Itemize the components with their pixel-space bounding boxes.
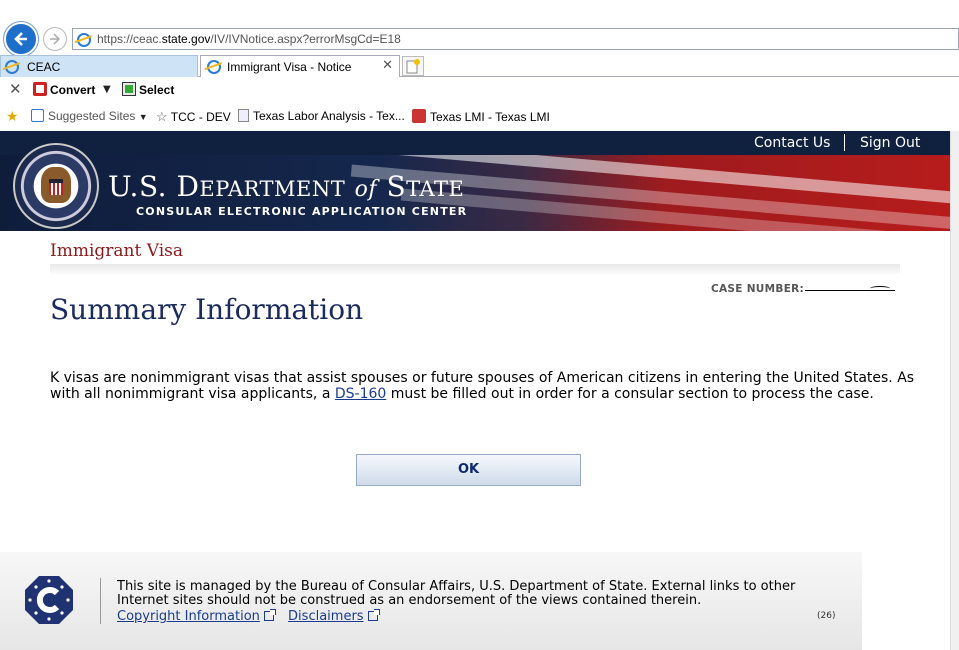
tab-ceac[interactable]: CEAC	[0, 55, 198, 77]
department-title: U.S. DEPARTMENT of STATE	[108, 170, 465, 203]
star-icon: ☆	[156, 109, 168, 124]
back-button[interactable]	[4, 22, 38, 56]
footer-divider	[100, 578, 101, 624]
ds-160-link[interactable]: DS-160	[335, 386, 386, 402]
favorite-texas-lmi[interactable]: Texas LMI - Texas LMI	[412, 109, 550, 124]
section-divider	[50, 264, 900, 274]
ie-icon	[5, 59, 19, 78]
department-seal-logo[interactable]	[13, 143, 99, 229]
section-title: Immigrant Visa	[50, 241, 183, 261]
page-title: Summary Information	[50, 293, 364, 326]
convert-button[interactable]: Convert	[33, 82, 95, 97]
ie-icon	[77, 32, 91, 51]
utility-bar: Contact Us Sign Out	[0, 131, 950, 155]
ok-button[interactable]: OK	[356, 454, 581, 486]
footer-code: (26)	[817, 611, 836, 621]
chevron-down-icon: ▼	[138, 112, 148, 122]
lmi-icon	[412, 109, 426, 123]
pdf-icon	[33, 82, 47, 96]
page-scrollbar[interactable]	[950, 131, 959, 650]
url-text: https://ceac.state.gov/IV/IVNotice.aspx?…	[97, 32, 401, 46]
divider	[844, 134, 845, 151]
tab-label: CEAC	[27, 60, 61, 74]
back-arrow-icon	[14, 32, 27, 46]
new-tab-icon	[406, 59, 420, 74]
external-link-icon	[263, 609, 276, 621]
copyright-information-link[interactable]: Copyright Information	[117, 609, 260, 624]
favorite-suggested-sites[interactable]: Suggested Sites ▼	[31, 109, 148, 123]
address-bar[interactable]: https://ceac.state.gov/IV/IVNotice.aspx?…	[72, 28, 959, 50]
new-tab-button[interactable]	[402, 56, 424, 76]
chevron-down-icon[interactable]: ▼	[103, 84, 111, 95]
select-button[interactable]: Select	[122, 82, 174, 97]
page-icon	[238, 109, 249, 122]
browser-chrome: https://ceac.state.gov/IV/IVNotice.aspx?…	[0, 0, 959, 131]
favorite-tcc-dev[interactable]: ☆ TCC - DEV	[156, 109, 231, 125]
case-number-redacted-mark	[870, 286, 890, 291]
forward-button[interactable]	[43, 27, 67, 51]
external-link-icon	[367, 609, 380, 621]
tab-label: Immigrant Visa - Notice	[227, 60, 352, 74]
disclaimers-link[interactable]: Disclaimers	[288, 609, 364, 624]
contact-us-link[interactable]: Contact Us	[754, 135, 830, 151]
notice-message: K visas are nonimmigrant visas that assi…	[50, 370, 915, 402]
ie-icon	[207, 59, 221, 78]
favorite-texas-labor-analysis[interactable]: Texas Labor Analysis - Tex...	[238, 109, 405, 123]
consular-affairs-logo	[25, 576, 73, 624]
sign-out-link[interactable]: Sign Out	[860, 135, 920, 151]
footer-links: Copyright Information Disclaimers	[117, 609, 388, 624]
favorites-star-icon[interactable]: ★	[6, 108, 19, 125]
forward-arrow-icon	[50, 33, 61, 45]
close-toolbar-icon[interactable]: ✕	[9, 80, 22, 98]
footer-disclaimer-text: This site is managed by the Bureau of Co…	[117, 579, 796, 608]
tab-immigrant-visa-notice[interactable]: Immigrant Visa - Notice ✕	[200, 55, 400, 77]
ceac-subtitle: CONSULAR ELECTRONIC APPLICATION CENTER	[136, 205, 468, 218]
close-icon[interactable]: ✕	[382, 58, 393, 73]
case-number-label: CASE NUMBER:	[711, 283, 805, 295]
ie-icon	[31, 109, 44, 122]
select-icon	[122, 82, 136, 96]
